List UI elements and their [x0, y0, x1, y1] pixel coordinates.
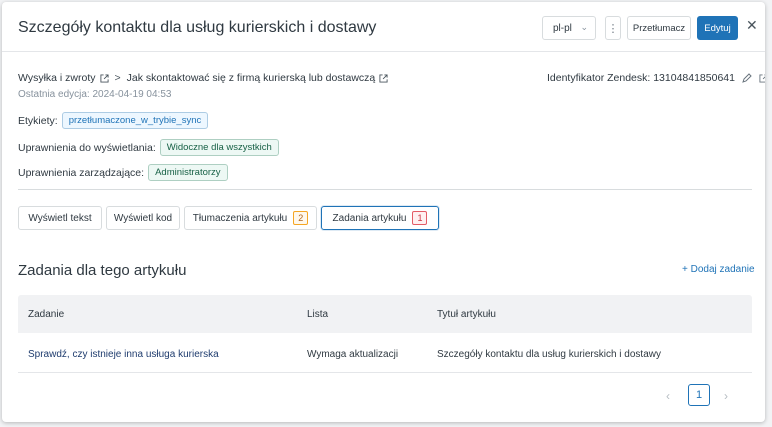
- tab-article-tasks[interactable]: Zadania artykułu 1: [321, 206, 439, 230]
- breadcrumb-separator: >: [114, 72, 121, 84]
- view-permissions-row: Uprawnienia do wyświetlania: Widoczne dl…: [18, 139, 279, 156]
- tab-label: Zadania artykułu: [332, 212, 407, 224]
- edit-button[interactable]: Edytuj: [697, 16, 738, 40]
- language-select[interactable]: pl-pl ⌄: [542, 16, 596, 40]
- zendesk-id: Identyfikator Zendesk: 13104841850641: [547, 72, 765, 84]
- manage-permissions-row: Uprawnienia zarządzające: Administratorz…: [18, 164, 228, 181]
- column-header-article-title: Tytuł artykułu: [437, 309, 496, 320]
- labels-key: Etykiety:: [18, 114, 58, 127]
- pagination-prev-icon[interactable]: ‹: [666, 389, 670, 403]
- article-details-panel: Szczegóły kontaktu dla usług kurierskich…: [2, 2, 765, 422]
- label-tag[interactable]: przetłumaczone_w_trybie_sync: [61, 112, 209, 129]
- tab-label: Tłumaczenia artykułu: [192, 212, 288, 224]
- translator-button[interactable]: Przetłumacz: [627, 16, 691, 40]
- last-edit-timestamp: Ostatnia edycja: 2024-04-19 04:53: [18, 89, 172, 100]
- column-header-task: Zadanie: [28, 309, 65, 320]
- page-title: Szczegóły kontaktu dla usług kurierskich…: [18, 19, 377, 36]
- table-header: Zadanie Lista Tytuł artykułu: [18, 295, 752, 333]
- breadcrumb: Wysyłka i zwroty > Jak skontaktować się …: [18, 72, 388, 84]
- manage-permissions-tag: Administratorzy: [148, 164, 228, 181]
- tab-view-text[interactable]: Wyświetl tekst: [18, 206, 102, 230]
- breadcrumb-category-link[interactable]: Wysyłka i zwroty: [18, 72, 96, 84]
- view-permissions-key: Uprawnienia do wyświetlania:: [18, 141, 156, 154]
- external-link-icon[interactable]: [379, 73, 388, 83]
- list-cell: Wymaga aktualizacji: [307, 349, 399, 360]
- manage-permissions-key: Uprawnienia zarządzające:: [18, 166, 145, 179]
- view-permissions-tag: Widoczne dla wszystkich: [159, 139, 279, 156]
- chevron-down-icon: ⌄: [580, 22, 588, 32]
- tab-article-translations[interactable]: Tłumaczenia artykułu 2: [184, 206, 317, 230]
- pagination-next-icon[interactable]: ›: [724, 389, 728, 403]
- pagination-page-current[interactable]: 1: [688, 384, 710, 406]
- add-task-button[interactable]: + Dodaj zadanie: [682, 264, 755, 275]
- article-title-cell: Szczegóły kontaktu dla usług kurierskich…: [437, 349, 661, 360]
- divider: [18, 189, 752, 190]
- count-badge: 2: [293, 211, 309, 225]
- kebab-menu-icon: ⋮: [607, 22, 619, 35]
- external-link-icon[interactable]: [99, 73, 109, 83]
- panel-header: Szczegóły kontaktu dla usług kurierskich…: [2, 2, 765, 52]
- count-badge: 1: [412, 211, 428, 225]
- section-title: Zadania dla tego artykułu: [18, 262, 187, 279]
- close-icon[interactable]: ✕: [746, 18, 758, 32]
- external-link-icon[interactable]: [759, 73, 765, 83]
- language-select-value: pl-pl: [553, 22, 572, 34]
- labels-row: Etykiety: przetłumaczone_w_trybie_sync: [18, 112, 209, 129]
- pencil-icon[interactable]: [742, 73, 752, 83]
- zendesk-id-text: Identyfikator Zendesk: 13104841850641: [547, 72, 735, 84]
- more-options-button[interactable]: ⋮: [605, 16, 621, 40]
- breadcrumb-section-link[interactable]: Jak skontaktować się z firmą kurierską l…: [127, 72, 376, 84]
- tab-label: Wyświetl kod: [113, 212, 173, 224]
- table-row[interactable]: Sprawdź, czy istnieje inna usługa kurier…: [18, 333, 752, 373]
- tab-label: Wyświetl tekst: [28, 212, 92, 224]
- task-cell[interactable]: Sprawdź, czy istnieje inna usługa kurier…: [28, 349, 219, 360]
- column-header-list: Lista: [307, 309, 329, 320]
- tab-view-code[interactable]: Wyświetl kod: [106, 206, 180, 230]
